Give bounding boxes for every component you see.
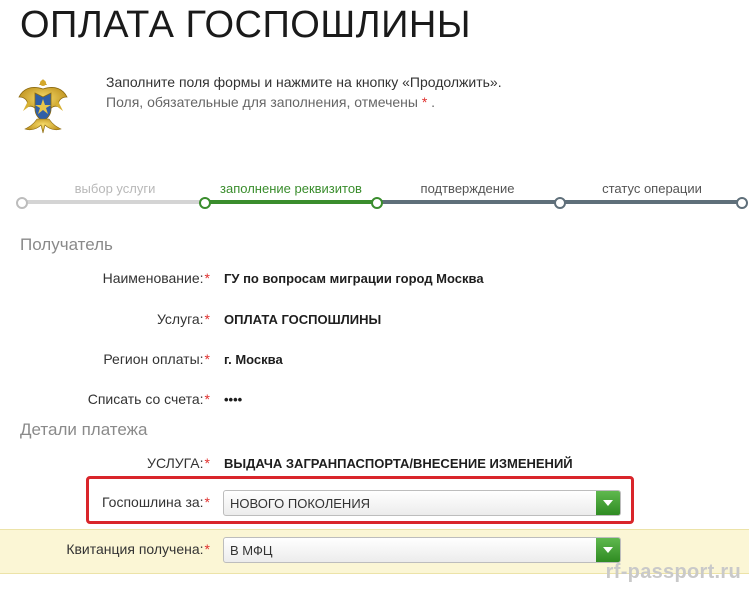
dropdown-arrow-icon[interactable] bbox=[596, 538, 620, 562]
recipient-name-label: Наименование:* bbox=[102, 270, 210, 286]
step-dot-2 bbox=[199, 197, 211, 209]
coat-of-arms-icon bbox=[18, 79, 68, 134]
watermark: rf-passport.ru bbox=[605, 561, 741, 583]
step-track-active bbox=[205, 200, 377, 204]
step-fill-details: заполнение реквизитов bbox=[220, 181, 362, 196]
receipt-received-label: Квитанция получена:* bbox=[66, 541, 210, 557]
recipient-name-value: ГУ по вопросам миграции город Москва bbox=[224, 271, 484, 286]
step-dot-3 bbox=[371, 197, 383, 209]
step-dot-4 bbox=[554, 197, 566, 209]
receipt-received-selected-value: В МФЦ bbox=[230, 543, 273, 558]
step-select-service: выбор услуги bbox=[74, 181, 156, 196]
debit-account-value: •••• bbox=[224, 392, 243, 407]
step-dot-1 bbox=[16, 197, 28, 209]
section-recipient-title: Получатель bbox=[20, 235, 113, 254]
step-dot-5 bbox=[736, 197, 748, 209]
step-operation-status: статус операции bbox=[602, 181, 702, 196]
recipient-service-value: ОПЛАТА ГОСПОШЛИНЫ bbox=[224, 312, 382, 327]
page-title: ОПЛАТА ГОСПОШЛИНЫ bbox=[20, 4, 472, 46]
payment-region-value: г. Москва bbox=[224, 352, 283, 367]
recipient-service-label: Услуга:* bbox=[156, 311, 210, 327]
payment-service-label: УСЛУГА:* bbox=[147, 455, 210, 471]
section-payment-details-title: Детали платежа bbox=[20, 420, 148, 439]
debit-account-label: Списать со счета:* bbox=[87, 391, 210, 407]
highlight-frame bbox=[86, 476, 634, 524]
step-confirmation: подтверждение bbox=[420, 181, 515, 196]
required-fields-note: Поля, обязательные для заполнения, отмеч… bbox=[106, 94, 436, 110]
step-track-done bbox=[22, 200, 205, 204]
form-instructions: Заполните поля формы и нажмите на кнопку… bbox=[106, 74, 502, 90]
payment-service-value: ВЫДАЧА ЗАГРАНПАСПОРТА/ВНЕСЕНИЕ ИЗМЕНЕНИЙ bbox=[224, 456, 573, 471]
payment-region-label: Регион оплаты:* bbox=[103, 351, 210, 367]
required-asterisk: * bbox=[421, 94, 428, 110]
receipt-received-select[interactable]: В МФЦ bbox=[223, 537, 621, 563]
